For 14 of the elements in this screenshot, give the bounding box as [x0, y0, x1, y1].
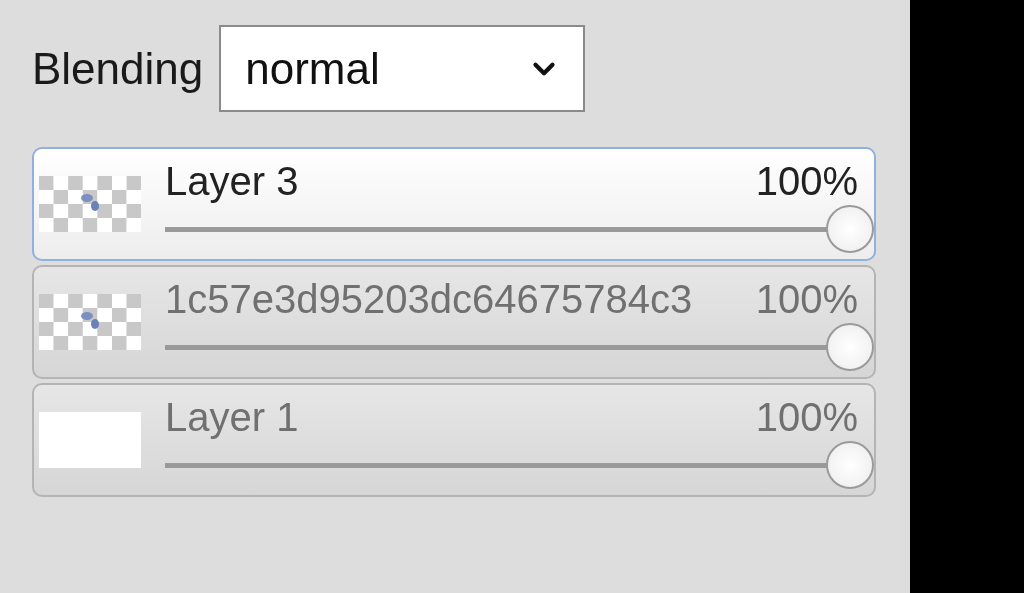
blending-select[interactable]: normal: [219, 25, 586, 112]
opacity-value: 100%: [755, 276, 858, 322]
layer-row[interactable]: Layer 3 100%: [32, 147, 876, 261]
slider-thumb[interactable]: [826, 440, 874, 489]
opacity-value: 100%: [755, 158, 858, 204]
layer-name: Layer 1: [165, 394, 299, 440]
layer-row[interactable]: Layer 1 100%: [32, 383, 876, 497]
opacity-value: 100%: [755, 394, 858, 440]
blending-label: Blending: [32, 43, 204, 94]
layer-name: 1c57e3d95203dc64675784c3: [165, 276, 693, 322]
slider-thumb[interactable]: [826, 322, 874, 371]
layer-name: Layer 3: [165, 158, 299, 204]
slider-thumb[interactable]: [826, 204, 874, 253]
layer-row[interactable]: 1c57e3d95203dc64675784c3 100%: [32, 265, 876, 379]
